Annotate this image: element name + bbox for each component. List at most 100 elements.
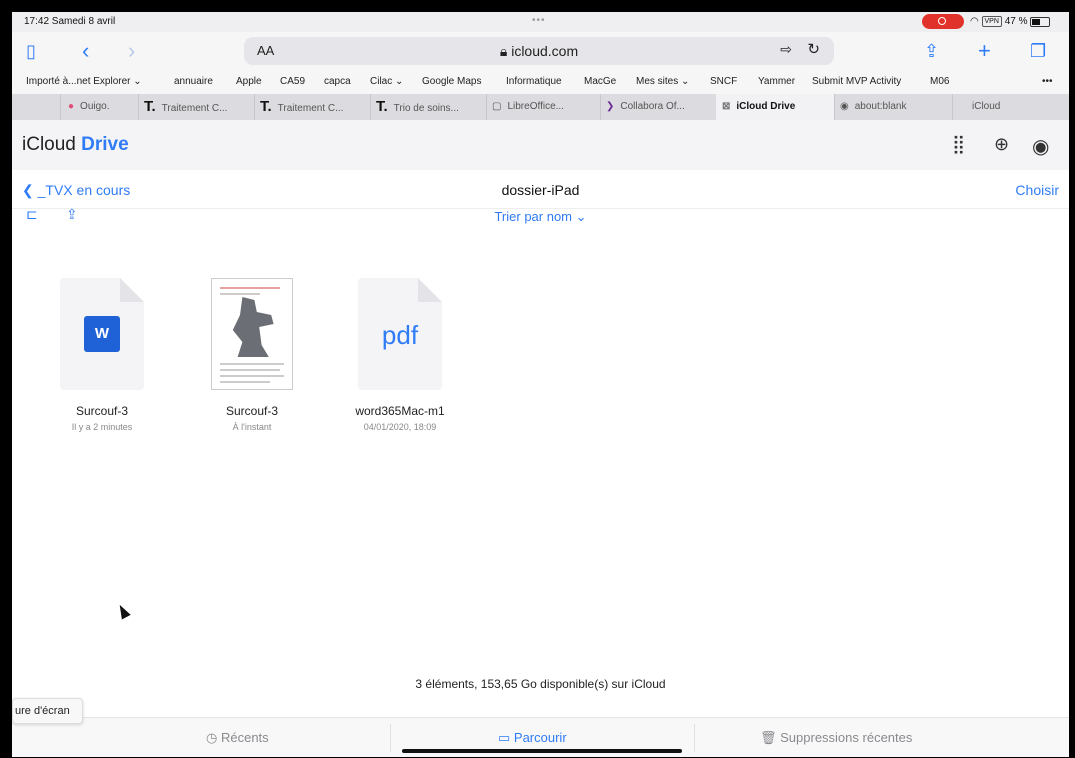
tab-label: Traitement C...	[161, 103, 228, 114]
account-icon[interactable]: ◉	[1032, 134, 1049, 159]
tab-label: iCloud Drive	[736, 101, 796, 112]
file-date: 04/01/2020, 18:09	[363, 422, 437, 432]
bookmark-item[interactable]: Yammer	[758, 76, 795, 87]
app-title-prefix: iCloud	[22, 134, 76, 155]
tab-trio[interactable]: T. Trio de soins...	[370, 94, 487, 120]
pdf-icon: pdf	[381, 320, 419, 350]
tab-recents-label: Récents	[220, 730, 269, 745]
compass-icon: ◉	[840, 101, 849, 112]
app-title[interactable]: iCloud Drive	[22, 134, 129, 156]
file-item[interactable]: W Surcouf-3 Il y a 2 minutes	[32, 278, 172, 432]
file-date: À l'instant	[232, 422, 272, 432]
app-title-suffix: Drive	[81, 134, 129, 155]
sidebar-icon[interactable]: ▯	[26, 38, 36, 64]
tab-browse[interactable]: ▭ Parcourir	[498, 730, 567, 746]
word-icon: W	[84, 316, 120, 352]
bookmark-item[interactable]: Google Maps	[422, 76, 481, 87]
bookmark-item[interactable]: Importé à...net Explorer ⌄	[26, 76, 142, 87]
storage-summary: 3 éléments, 153,65 Go disponible(s) sur …	[415, 677, 666, 691]
tab-browse-label: Parcourir	[513, 730, 567, 745]
bookmark-item[interactable]: Informatique	[506, 76, 562, 87]
folder-icon: ▭	[498, 730, 514, 745]
status-bar: 17:42 Samedi 8 avril ••• ◠ VPN 47 %	[12, 12, 1069, 32]
mouse-pointer-icon	[115, 602, 131, 620]
add-circle-icon[interactable]: ⊕	[994, 134, 1009, 155]
bookmark-item[interactable]: Submit MVP Activity	[812, 76, 901, 87]
extension-icon[interactable]: ⇨	[780, 41, 792, 58]
file-icon: pdf	[358, 278, 442, 390]
bookmark-item[interactable]: CA59	[280, 76, 305, 87]
tab-label: Traitement C...	[277, 103, 344, 114]
file-item[interactable]: Surcouf-3 À l'instant	[182, 278, 322, 432]
new-tab-icon[interactable]: +	[978, 38, 991, 64]
thumbnail-line	[220, 375, 284, 377]
reload-icon[interactable]: ↻	[807, 40, 820, 58]
folder-nav: ❮ _TVX en cours dossier-iPad Choisir	[12, 170, 1069, 209]
tab-about-blank[interactable]: ◉ about:blank	[834, 94, 953, 120]
bookmark-item[interactable]: Mes sites ⌄	[636, 76, 689, 87]
forward-icon[interactable]: ›	[128, 38, 135, 64]
bookmark-item[interactable]: Apple	[236, 76, 262, 87]
sort-button[interactable]: Trier par nom ⌄	[12, 209, 1069, 225]
wifi-icon: ◠	[970, 16, 979, 28]
app-grid-icon[interactable]: ⣿	[952, 134, 965, 155]
tab-libreoffice[interactable]: ▢ LibreOffice...	[486, 94, 601, 120]
multitasking-dots[interactable]: •••	[532, 15, 546, 26]
file-icon: W	[60, 278, 144, 390]
tab-traitement-2[interactable]: T. Traitement C...	[254, 94, 371, 120]
tab-traitement-1[interactable]: T. Traitement C...	[138, 94, 255, 120]
tab-label: LibreOffice...	[507, 101, 564, 112]
lock-icon: 🔒︎	[499, 43, 512, 59]
t-icon: T.	[260, 98, 272, 115]
tab-recently-deleted[interactable]: 🗑︎ Suppressions récentes	[760, 730, 912, 746]
thumbnail-line	[220, 381, 270, 383]
choose-button[interactable]: Choisir	[1015, 182, 1059, 198]
address-url-text: icloud.com	[511, 43, 579, 59]
bookmarks-more[interactable]: •••	[1042, 76, 1053, 87]
file-name: word365Mac-m1	[355, 404, 445, 418]
bookmark-item[interactable]: SNCF	[710, 76, 737, 87]
file-date: Il y a 2 minutes	[71, 422, 133, 432]
ipad-screen: 17:42 Samedi 8 avril ••• ◠ VPN 47 % ▯ ‹ …	[12, 12, 1069, 757]
bookmark-item[interactable]: M06	[930, 76, 949, 87]
battery-icon	[1030, 16, 1051, 27]
back-icon[interactable]: ‹	[82, 38, 89, 64]
tab-label: iCloud	[972, 101, 1001, 112]
thumbnail-line	[220, 293, 260, 295]
screen-recording-indicator[interactable]	[922, 14, 964, 29]
tab-apple[interactable]	[42, 94, 61, 120]
bookmarks-bar: Importé à...net Explorer ⌄ annuaire Appl…	[12, 70, 1069, 94]
collabora-icon: ❯	[606, 101, 615, 112]
tab-bar: ● Ouigo. T. Traitement C... T. Traitement C…	[12, 94, 1069, 120]
thumbnail-line	[220, 363, 284, 365]
file-name: Surcouf-3	[225, 404, 279, 418]
vpn-badge: VPN	[981, 16, 1002, 27]
tab-ouigo[interactable]: ● Ouigo.	[62, 94, 139, 120]
status-right: ◠ VPN 47 %	[970, 16, 1051, 28]
bookmark-item[interactable]: Cilac ⌄	[370, 76, 403, 87]
trash-icon: 🗑︎	[760, 730, 781, 745]
tab-icloud-drive[interactable]: ⊠ iCloud Drive	[716, 94, 835, 120]
t-icon: T.	[376, 98, 388, 115]
document-thumbnail	[211, 278, 293, 390]
tab-label: Collabora Of...	[620, 101, 685, 112]
tab-collabora[interactable]: ❯ Collabora Of...	[600, 94, 717, 120]
home-indicator[interactable]	[402, 749, 682, 753]
address-bar[interactable]: AA 🔒︎ icloud.com ⇨ ↻	[244, 37, 834, 65]
thumbnail-line	[220, 369, 280, 371]
tab-icloud[interactable]: iCloud	[952, 94, 1069, 120]
tabs-overview-icon[interactable]: ❐	[1030, 38, 1046, 64]
thumbnail-line	[220, 287, 280, 289]
bookmark-item[interactable]: capca	[324, 76, 351, 87]
tab-deleted-label: Suppressions récentes	[780, 730, 913, 745]
tab-label: about:blank	[854, 101, 907, 112]
share-icon[interactable]: ⇪	[924, 38, 939, 64]
bookmark-item[interactable]: annuaire	[174, 76, 213, 87]
tab-recents[interactable]: ◷ Récents	[206, 730, 269, 746]
file-name: Surcouf-3	[75, 404, 129, 418]
file-item[interactable]: pdf word365Mac-m1 04/01/2020, 18:09	[330, 278, 470, 432]
statue-image-icon	[232, 297, 274, 357]
bookmark-item[interactable]: MacGe	[584, 76, 616, 87]
tab-label: Ouigo.	[80, 101, 110, 112]
close-tab-icon[interactable]: ⊠	[722, 94, 730, 120]
